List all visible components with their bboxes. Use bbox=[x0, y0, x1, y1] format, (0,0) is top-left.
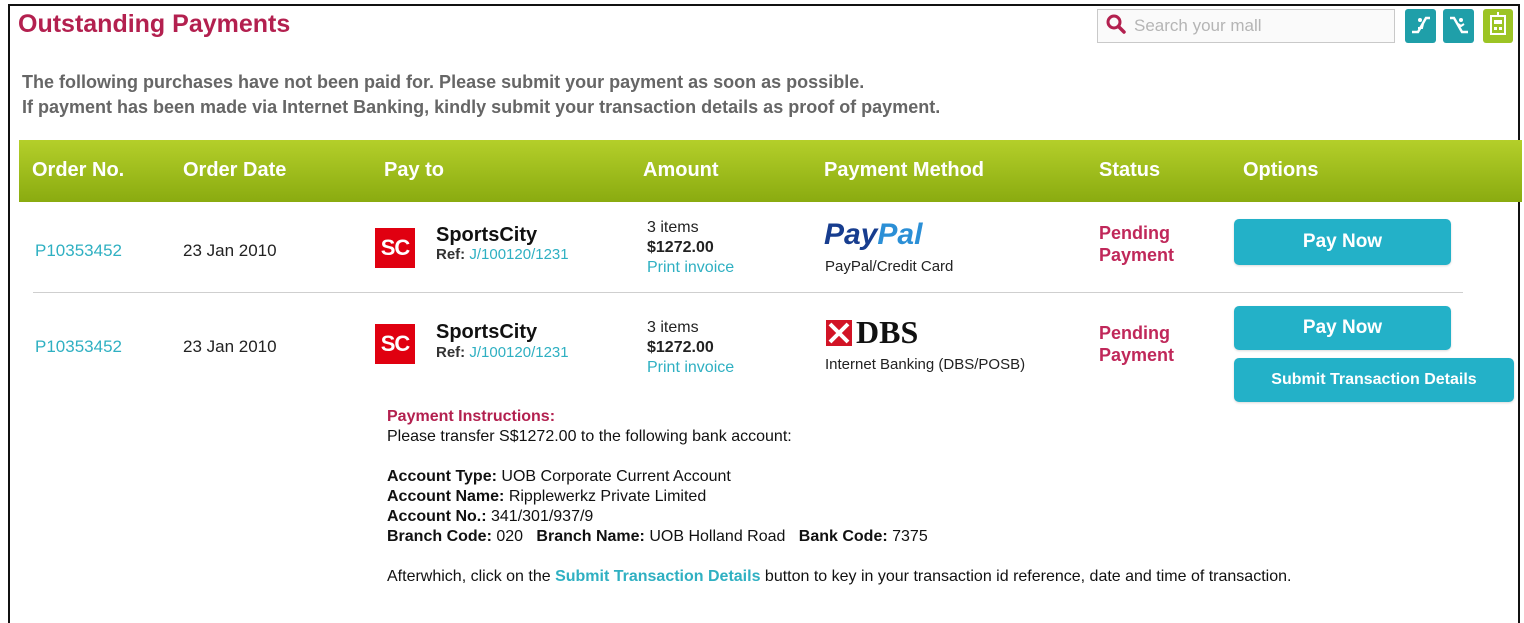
ref-label: Ref: bbox=[436, 344, 466, 361]
intro-text: The following purchases have not been pa… bbox=[22, 70, 940, 120]
amount-cell: 3 items $1272.00 Print invoice bbox=[647, 318, 734, 378]
submit-transaction-details-button[interactable]: Submit Transaction Details bbox=[1234, 358, 1514, 402]
col-options: Options bbox=[1243, 159, 1319, 181]
branch-name-value: UOB Holland Road bbox=[649, 528, 786, 545]
print-invoice-link[interactable]: Print invoice bbox=[647, 358, 734, 378]
sportscity-logo: SC bbox=[375, 228, 415, 268]
branch-code-label: Branch Code: bbox=[387, 528, 492, 545]
ref-link[interactable]: J/100120/1231 bbox=[469, 246, 568, 263]
search-input[interactable] bbox=[1132, 15, 1386, 37]
ref-label: Ref: bbox=[436, 246, 466, 263]
amount-value: $1272.00 bbox=[647, 239, 714, 256]
table-header: Order No. Order Date Pay to Amount Payme… bbox=[19, 140, 1522, 202]
account-name-value: Ripplewerkz Private Limited bbox=[508, 488, 707, 505]
payment-method-label: PayPal/Credit Card bbox=[825, 258, 954, 275]
col-payment-method: Payment Method bbox=[824, 159, 985, 181]
store-button[interactable] bbox=[1483, 9, 1513, 43]
after-text-2: button to key in your transaction id ref… bbox=[764, 568, 1292, 585]
store-icon bbox=[1488, 11, 1508, 42]
status-line-2: Payment bbox=[1099, 245, 1175, 265]
row-divider bbox=[33, 292, 1463, 293]
col-pay-to: Pay to bbox=[384, 159, 445, 181]
intro-line-2: If payment has been made via Internet Ba… bbox=[22, 97, 941, 117]
instructions-heading: Payment Instructions: bbox=[387, 408, 556, 425]
item-count: 3 items bbox=[647, 319, 699, 336]
account-name-label: Account Name: bbox=[387, 488, 505, 505]
col-order-date: Order Date bbox=[183, 159, 287, 181]
sportscity-logo: SC bbox=[375, 324, 415, 364]
status-line-2: Payment bbox=[1099, 345, 1175, 365]
status-line-1: Pending bbox=[1099, 323, 1170, 343]
status-badge: Pending Payment bbox=[1099, 322, 1174, 366]
order-no-link[interactable]: P10353452 bbox=[35, 337, 122, 357]
branch-code-value: 020 bbox=[496, 528, 524, 545]
order-date: 23 Jan 2010 bbox=[183, 337, 277, 356]
pay-now-button[interactable]: Pay Now bbox=[1234, 306, 1451, 350]
dbs-star-icon bbox=[826, 319, 852, 346]
payment-instructions: Payment Instructions: Please transfer S$… bbox=[387, 407, 1291, 587]
account-name-row: Account Name: Ripplewerkz Private Limite… bbox=[387, 487, 1291, 507]
branch-name-label: Branch Name: bbox=[536, 528, 645, 545]
escalator-up-button[interactable] bbox=[1405, 9, 1436, 43]
status-line-1: Pending bbox=[1099, 223, 1170, 243]
print-invoice-link[interactable]: Print invoice bbox=[647, 258, 734, 278]
col-amount: Amount bbox=[643, 159, 719, 181]
bank-code-value: 7375 bbox=[892, 528, 928, 545]
branch-row: Branch Code: 020 Branch Name: UOB Hollan… bbox=[387, 527, 1291, 547]
account-no-label: Account No.: bbox=[387, 508, 487, 525]
account-type-value: UOB Corporate Current Account bbox=[501, 468, 731, 485]
intro-line-1: The following purchases have not been pa… bbox=[22, 72, 865, 92]
after-text-1: Afterwhich, click on the bbox=[387, 568, 551, 585]
account-no-row: Account No.: 341/301/937/9 bbox=[387, 507, 1291, 527]
col-order-no: Order No. bbox=[32, 159, 125, 181]
escalator-up-icon bbox=[1409, 12, 1433, 41]
order-ref: Ref: J/100120/1231 bbox=[436, 246, 569, 263]
payment-method-label: Internet Banking (DBS/POSB) bbox=[825, 356, 1026, 373]
order-date: 23 Jan 2010 bbox=[183, 241, 277, 260]
amount-cell: 3 items $1272.00 Print invoice bbox=[647, 218, 734, 278]
submit-transaction-details-link[interactable]: Submit Transaction Details bbox=[555, 568, 760, 585]
col-status: Status bbox=[1099, 159, 1161, 181]
dbs-logo: DBS bbox=[824, 314, 918, 351]
order-no-link[interactable]: P10353452 bbox=[35, 241, 122, 261]
account-type-row: Account Type: UOB Corporate Current Acco… bbox=[387, 467, 1291, 487]
shop-name: SportsCity bbox=[436, 224, 538, 246]
account-type-label: Account Type: bbox=[387, 468, 497, 485]
transfer-text: Please transfer S$1272.00 to the followi… bbox=[387, 428, 792, 445]
dbs-wordmark: DBS bbox=[856, 314, 919, 350]
search-box[interactable] bbox=[1097, 9, 1395, 43]
ref-link[interactable]: J/100120/1231 bbox=[469, 344, 568, 361]
afterwhich-text: Afterwhich, click on the Submit Transact… bbox=[387, 567, 1291, 587]
item-count: 3 items bbox=[647, 219, 699, 236]
escalator-down-button[interactable] bbox=[1443, 9, 1474, 43]
amount-value: $1272.00 bbox=[647, 339, 714, 356]
order-ref: Ref: J/100120/1231 bbox=[436, 344, 569, 361]
escalator-down-icon bbox=[1447, 12, 1471, 41]
bank-code-label: Bank Code: bbox=[798, 528, 888, 545]
pay-now-button[interactable]: Pay Now bbox=[1234, 219, 1451, 265]
account-no-value: 341/301/937/9 bbox=[491, 508, 594, 525]
shop-name: SportsCity bbox=[436, 321, 538, 343]
paypal-logo: PayPal bbox=[824, 218, 923, 251]
search-icon bbox=[1098, 14, 1126, 39]
status-badge: Pending Payment bbox=[1099, 222, 1174, 266]
page-title: Outstanding Payments bbox=[18, 10, 291, 38]
